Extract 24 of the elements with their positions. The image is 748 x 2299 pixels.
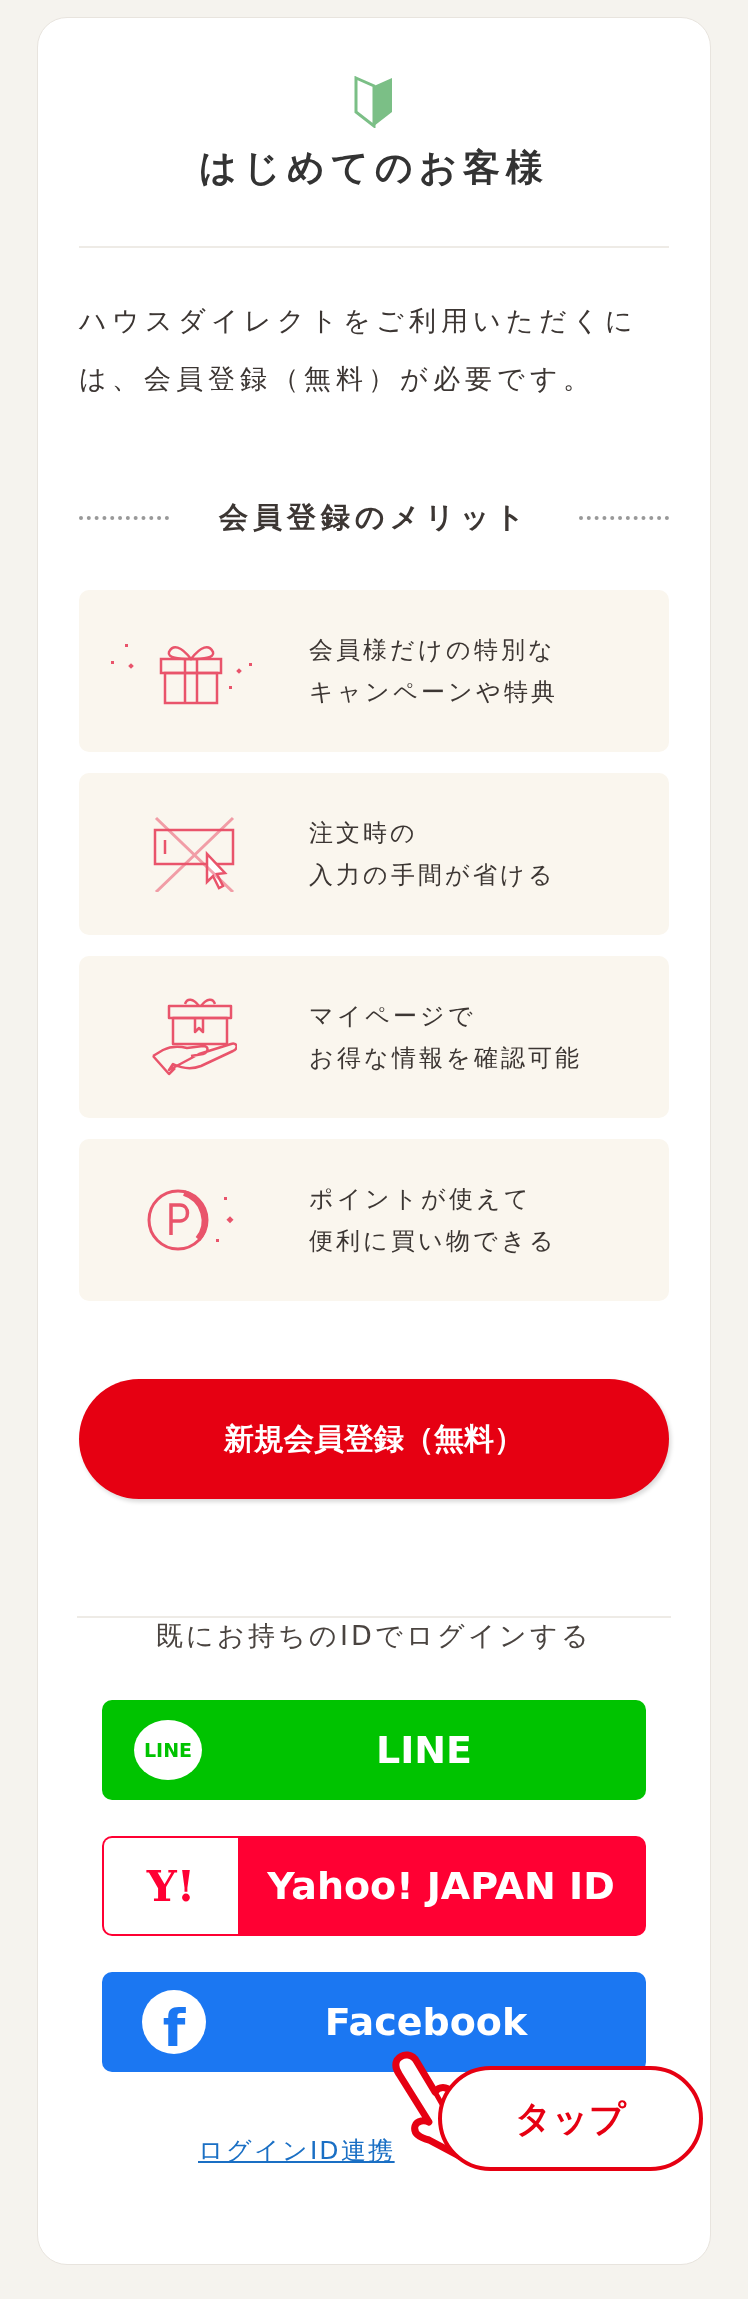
section-heading: 会員登録のメリット — [218, 499, 530, 537]
merit-text: 注文時の — [309, 817, 418, 849]
facebook-login-button[interactable]: f Facebook — [102, 1972, 646, 2073]
chat-bubble-logo: LINE — [134, 1720, 202, 1781]
circle-logo: f — [142, 1990, 206, 2055]
login-heading: 既にお持ちのIDでログインする — [155, 1618, 593, 1653]
merit-text: 入力の手間が省ける — [309, 859, 556, 891]
hand-holding-gift-icon — [151, 997, 237, 1076]
merit-text: 会員様だけの特別な — [309, 634, 556, 666]
logo: Y! — [104, 1838, 238, 1935]
line-login-button[interactable]: LINE LINE — [102, 1700, 646, 1801]
intro-text: ハウスダイレクトをご利用いただくには、会員登録（無料）が必要です。 — [79, 304, 639, 397]
tap-hint: タップ — [438, 2066, 703, 2171]
merit-text: 便利に買い物できる — [309, 1225, 557, 1257]
merit-text: マイページで — [309, 1000, 476, 1032]
merit-text: キャンペーンや特典 — [309, 676, 558, 708]
crossed-input-icon — [153, 815, 235, 892]
merit-text: ポイントが使えて — [309, 1183, 532, 1215]
register-button[interactable]: 新規会員登録（無料） — [79, 1378, 669, 1499]
link[interactable]: ログインID連携 — [198, 2132, 395, 2170]
page-title: はじめてのお客様 — [198, 146, 550, 191]
beginner-mark-icon — [354, 76, 394, 128]
yahoo-login-button[interactable]: Y! Yahoo! JAPAN ID — [102, 1836, 646, 1937]
merit-text: お得な情報を確認可能 — [309, 1042, 582, 1074]
